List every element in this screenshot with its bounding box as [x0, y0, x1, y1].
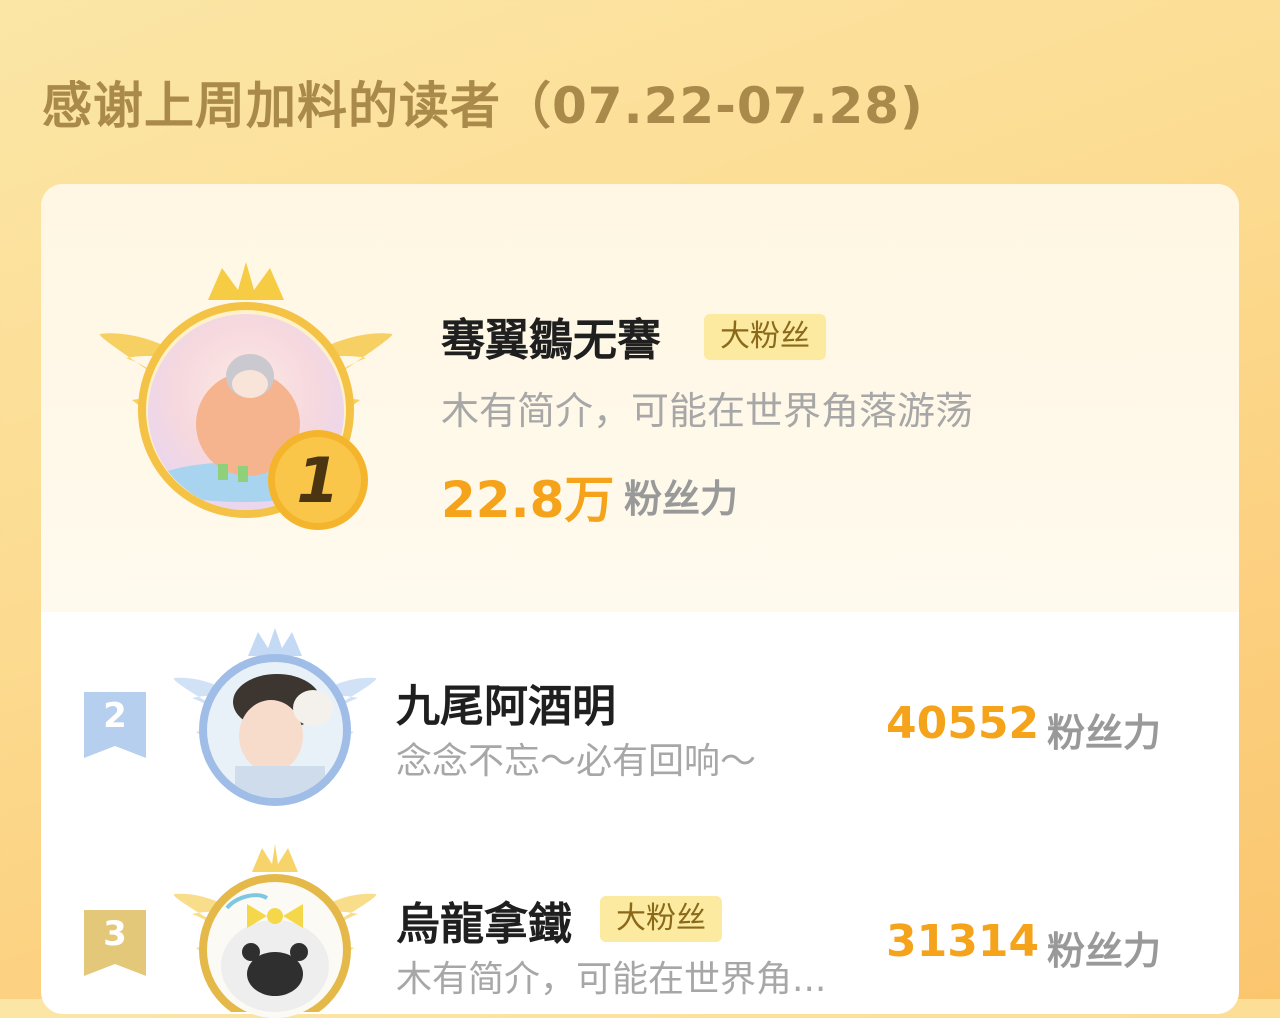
page-title: 感谢上周加料的读者（07.22-07.28): [42, 77, 924, 135]
fan-power-label: 粉丝力: [624, 477, 739, 521]
reader-name[interactable]: 骞翼鶵无謇: [441, 304, 661, 368]
rank-number: 3: [103, 914, 127, 954]
reader-bio: 木有简介，可能在世界角落游荡: [441, 389, 974, 433]
rank-1-medal-icon: 1: [268, 430, 368, 530]
fan-badge: 大粉丝: [704, 314, 826, 360]
svg-text:1: 1: [296, 444, 339, 517]
reader-bio: 念念不忘～必有回响～: [396, 741, 757, 782]
avatar[interactable]: [207, 662, 343, 798]
reader-card-3[interactable]: [170, 842, 380, 1018]
fan-power-value: 31314: [886, 916, 1040, 967]
reader-bio: 木有简介，可能在世界角...: [396, 959, 827, 1000]
fan-power-label: 粉丝力: [1047, 711, 1162, 755]
fan-power-label: 粉丝力: [1047, 929, 1162, 973]
fan-badge: 大粉丝: [600, 896, 722, 942]
reader-name[interactable]: 烏龍拿鐵: [396, 888, 572, 952]
avatar[interactable]: [207, 882, 343, 1018]
rank-number: 2: [103, 696, 127, 736]
fan-power-value: 40552: [886, 698, 1040, 749]
fan-power-value: 22.8万: [441, 471, 615, 529]
reader-name[interactable]: 九尾阿酒明: [396, 670, 616, 734]
reader-card-1[interactable]: 1: [96, 258, 396, 538]
reader-card-2[interactable]: [170, 626, 380, 816]
